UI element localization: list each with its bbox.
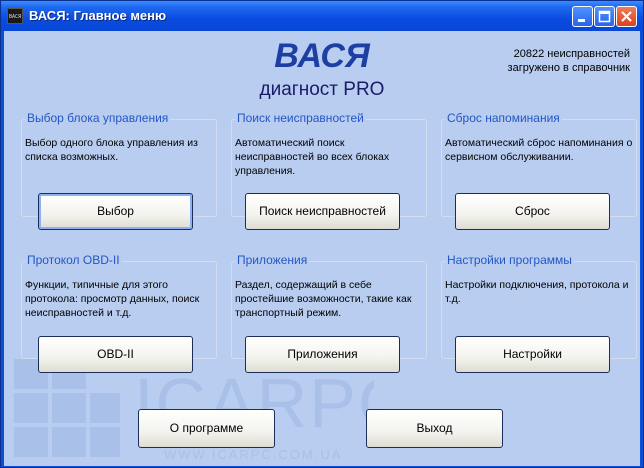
maximize-button[interactable] <box>594 6 615 27</box>
obd2-button[interactable]: OBD-II <box>38 336 193 373</box>
window-title: ВАСЯ: Главное меню <box>29 8 167 23</box>
close-icon <box>621 11 632 22</box>
exit-button[interactable]: Выход <box>366 409 503 448</box>
group-title: Выбор блока управления <box>25 111 171 125</box>
fault-search-button[interactable]: Поиск неисправностей <box>245 193 400 230</box>
app-subtitle: диагност PRO <box>259 79 385 100</box>
watermark-url: WWW.ICARPC.COM.UA <box>164 447 342 462</box>
select-unit-button[interactable]: Выбор <box>38 193 193 230</box>
close-button[interactable] <box>616 6 637 27</box>
settings-button[interactable]: Настройки <box>455 336 610 373</box>
group-title: Поиск неисправностей <box>235 111 366 125</box>
minimize-button[interactable] <box>572 6 593 27</box>
client-area: ICARPC WWW.ICARPC.COM.UA ВАСЯ диагност P… <box>4 31 640 466</box>
status-line-1: 20822 неисправностей <box>513 48 630 60</box>
group-description: Автоматический сброс напоминания о серви… <box>445 137 633 163</box>
group-title: Приложения <box>235 253 310 267</box>
group-description: Функции, типичные для этого протокола: п… <box>25 279 200 319</box>
group-description: Выбор одного блока управления из списка … <box>25 137 198 163</box>
group-description: Настройки подключения, протокола и т.д. <box>445 279 629 305</box>
status-line-2: загружено в справочник <box>507 62 630 74</box>
fault-db-status: 20822 неисправностей загружено в справоч… <box>508 47 630 75</box>
about-button[interactable]: О программе <box>138 409 275 448</box>
app-icon: ВАСЯ <box>7 8 23 24</box>
minimize-icon <box>578 19 585 22</box>
group-title: Настройки программы <box>445 253 574 267</box>
main-window: ВАСЯ ВАСЯ: Главное меню ICARPC W <box>0 0 644 468</box>
reset-button[interactable]: Сброс <box>455 193 610 230</box>
group-description: Автоматический поиск неисправностей во в… <box>235 137 390 177</box>
applications-button[interactable]: Приложения <box>245 336 400 373</box>
group-description: Раздел, содержащий в себе простейшие воз… <box>235 279 412 319</box>
maximize-icon <box>598 10 611 23</box>
title-bar[interactable]: ВАСЯ ВАСЯ: Главное меню <box>1 1 643 31</box>
group-title: Сброс напоминания <box>445 111 562 125</box>
group-title: Протокол OBD-II <box>25 253 122 267</box>
